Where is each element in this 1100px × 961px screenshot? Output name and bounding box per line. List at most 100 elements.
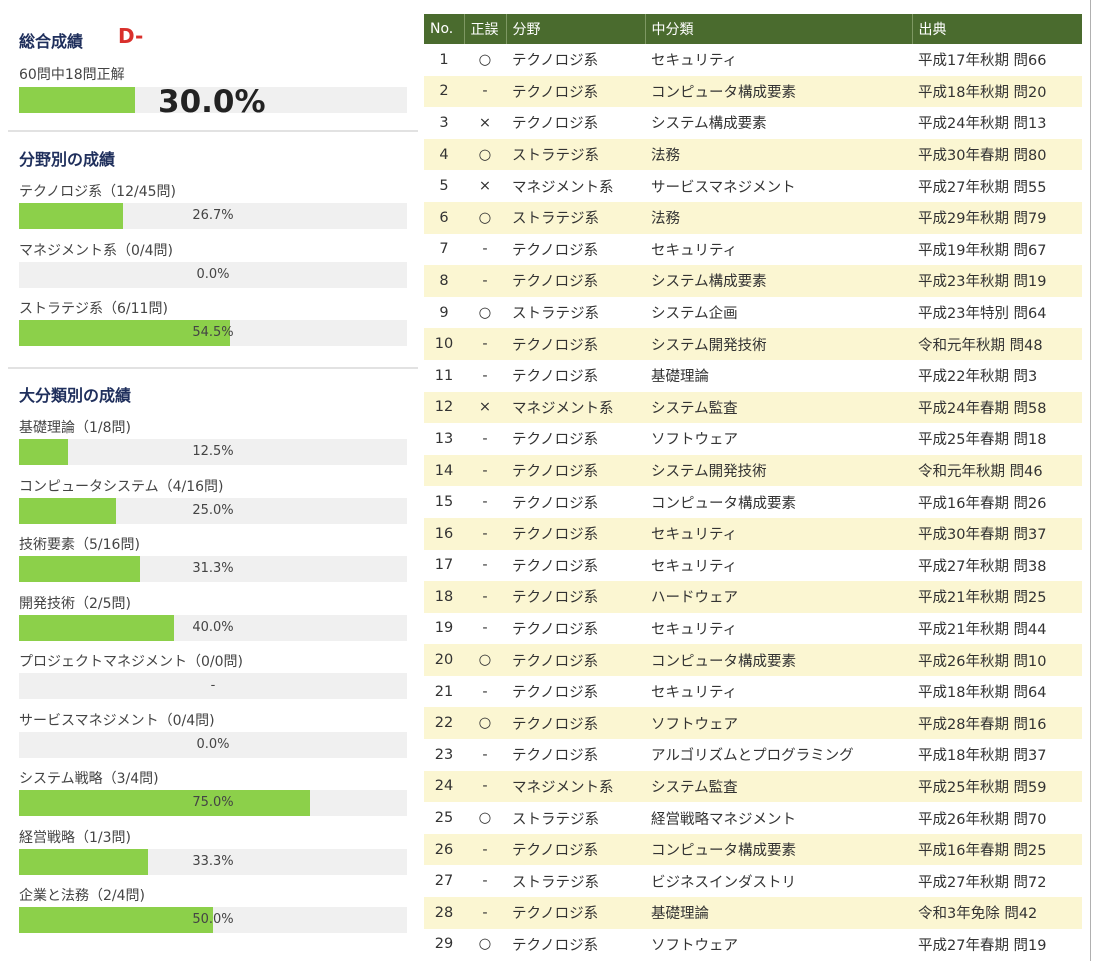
cell-field: テクノロジ系 xyxy=(506,44,645,76)
score-bar: 0.0% xyxy=(19,731,407,758)
cell-result: - xyxy=(464,581,506,613)
cell-field: テクノロジ系 xyxy=(506,644,645,676)
divider xyxy=(8,367,418,369)
table-row[interactable]: 6 ○ ストラテジ系 法務 平成29年秋期 問79 xyxy=(424,201,1082,234)
cell-source: 平成21年秋期 問44 xyxy=(912,612,1082,645)
table-row[interactable]: 9 ○ ストラテジ系 システム企画 平成23年特別 問64 xyxy=(424,296,1082,329)
table-row[interactable]: 29 ○ テクノロジ系 ソフトウェア 平成27年春期 問19 xyxy=(424,928,1082,961)
cell-source: 平成24年秋期 問13 xyxy=(912,107,1082,139)
table-row[interactable]: 18- テクノロジ系 ハードウェア 平成21年秋期 問25 xyxy=(424,581,1082,613)
grade-badge: D- xyxy=(118,24,144,48)
table-row[interactable]: 26- テクノロジ系 コンピュータ構成要素 平成16年春期 問25 xyxy=(424,833,1082,866)
cell-field: ストラテジ系 xyxy=(506,201,645,234)
cell-no: 7 xyxy=(424,233,464,266)
cell-source: 平成25年秋期 問59 xyxy=(912,770,1082,803)
score-bar: 25.0% xyxy=(19,497,407,524)
table-row[interactable]: 12 × マネジメント系 システム監査 平成24年春期 問58 xyxy=(424,391,1082,424)
table-row[interactable]: 4 ○ ストラテジ系 法務 平成30年春期 問80 xyxy=(424,138,1082,171)
cell-no: 24 xyxy=(424,770,464,803)
table-row[interactable]: 22 ○ テクノロジ系 ソフトウェア 平成28年春期 問16 xyxy=(424,707,1082,740)
cell-source: 平成25年春期 問18 xyxy=(912,423,1082,455)
score-label: 基礎理論（1/8問) xyxy=(19,420,131,436)
cell-source: 平成18年秋期 問64 xyxy=(912,675,1082,708)
cell-no: 9 xyxy=(424,296,464,329)
table-row[interactable]: 11- テクノロジ系 基礎理論 平成22年秋期 問3 xyxy=(424,359,1082,392)
cell-source: 平成16年春期 問25 xyxy=(912,833,1082,866)
table-row[interactable]: 2- テクノロジ系 コンピュータ構成要素 平成18年秋期 問20 xyxy=(424,75,1082,108)
table-row[interactable]: 13- テクノロジ系 ソフトウェア 平成25年春期 問18 xyxy=(424,423,1082,455)
table-row[interactable]: 24- マネジメント系 システム監査 平成25年秋期 問59 xyxy=(424,770,1082,803)
table-row[interactable]: 21- テクノロジ系 セキュリティ 平成18年秋期 問64 xyxy=(424,675,1082,708)
cell-no: 19 xyxy=(424,612,464,645)
cell-result: ○ xyxy=(464,644,506,676)
cell-no: 28 xyxy=(424,897,464,929)
table-row[interactable]: 17- テクノロジ系 セキュリティ 平成27年秋期 問38 xyxy=(424,549,1082,582)
cell-field: テクノロジ系 xyxy=(506,454,645,487)
score-label: 経営戦略（1/3問) xyxy=(19,829,131,846)
cell-field: テクノロジ系 xyxy=(506,517,645,550)
score-bar: 50.0% xyxy=(19,907,407,933)
scrollbar-edge xyxy=(1090,0,1091,961)
cell-result: ○ xyxy=(464,928,506,961)
cell-field: テクノロジ系 xyxy=(506,359,645,392)
table-row[interactable]: 27- ストラテジ系 ビジネスインダストリ 平成27年秋期 問72 xyxy=(424,865,1082,898)
score-bar: - xyxy=(19,673,407,699)
cell-no: 21 xyxy=(424,675,464,708)
cell-result: × xyxy=(464,391,506,424)
cell-no: 3 xyxy=(424,107,464,139)
score-label: プロジェクトマネジメント（0/0問) xyxy=(19,654,243,670)
score-bar: 12.5% xyxy=(19,439,407,465)
score-percent: 50.0% xyxy=(192,912,234,927)
score-percent: - xyxy=(210,678,216,693)
table-row[interactable]: 10- テクノロジ系 システム開発技術 令和元年秋期 問48 xyxy=(424,328,1082,360)
cell-field: ストラテジ系 xyxy=(506,865,645,898)
cell-field: テクノロジ系 xyxy=(506,833,645,866)
cell-no: 13 xyxy=(424,423,464,455)
cell-field: テクノロジ系 xyxy=(506,739,645,771)
score-percent: 0.0% xyxy=(196,736,230,752)
cell-subcategory: セキュリティ xyxy=(645,549,912,582)
table-row[interactable]: 16- テクノロジ系 セキュリティ 平成30年春期 問37 xyxy=(424,517,1082,550)
cell-no: 27 xyxy=(424,865,464,898)
score-label: コンピュータシステム（4/16問) xyxy=(19,478,224,495)
cell-no: 20 xyxy=(424,644,464,676)
score-percent: 0.0% xyxy=(196,266,230,282)
score-bar: 26.7% xyxy=(19,203,407,229)
cell-field: テクノロジ系 xyxy=(506,581,645,613)
cell-result: - xyxy=(464,897,506,929)
cell-source: 平成27年秋期 問38 xyxy=(912,549,1082,582)
score-percent: 54.5% xyxy=(192,325,234,340)
table-row[interactable]: 8- テクノロジ系 システム構成要素 平成23年秋期 問19 xyxy=(424,265,1082,297)
table-row[interactable]: 20 ○ テクノロジ系 コンピュータ構成要素 平成26年秋期 問10 xyxy=(424,644,1082,676)
question-table-container: No. 正誤 分野 中分類 出典 1 ○ テクノロジ系 セキュリティ 平成17年秋期 問… xyxy=(424,14,1082,961)
table-row[interactable]: 14- テクノロジ系 システム開発技術 令和元年秋期 問46 xyxy=(424,454,1082,487)
table-row[interactable]: 23- テクノロジ系 アルゴリズムとプログラミング 平成18年秋期 問37 xyxy=(424,739,1082,771)
table-row[interactable]: 5 × マネジメント系 サービスマネジメント 平成27年秋期 問55 xyxy=(424,170,1082,202)
score-label: システム戦略（3/4問) xyxy=(19,771,159,787)
cell-no: 11 xyxy=(424,359,464,392)
table-row[interactable]: 19- テクノロジ系 セキュリティ 平成21年秋期 問44 xyxy=(424,612,1082,645)
table-row[interactable]: 25 ○ ストラテジ系 経営戦略マネジメント 平成26年秋期 問70 xyxy=(424,802,1082,834)
table-row[interactable]: 1 ○ テクノロジ系 セキュリティ 平成17年秋期 問66 xyxy=(424,44,1082,76)
cell-subcategory: コンピュータ構成要素 xyxy=(645,833,912,866)
table-row[interactable]: 15- テクノロジ系 コンピュータ構成要素 平成16年春期 問26 xyxy=(424,486,1082,518)
score-label: サービスマネジメント（0/4問) xyxy=(19,712,215,729)
score-bar: 0.0% xyxy=(19,261,407,288)
cell-result: - xyxy=(464,423,506,455)
table-row[interactable]: 3 × テクノロジ系 システム構成要素 平成24年秋期 問13 xyxy=(424,107,1082,139)
cell-source: 平成27年秋期 問72 xyxy=(912,865,1082,898)
score-bar: 31.3% xyxy=(19,556,407,582)
col-header-result: 正誤 xyxy=(464,14,507,44)
category-section-title: 大分類別の成績 xyxy=(19,386,132,405)
cell-subcategory: コンピュータ構成要素 xyxy=(645,644,912,676)
table-row[interactable]: 7- テクノロジ系 セキュリティ 平成19年秋期 問67 xyxy=(424,233,1082,266)
cell-no: 15 xyxy=(424,486,464,518)
cell-result: - xyxy=(464,549,506,582)
cell-no: 2 xyxy=(424,75,464,108)
cell-result: - xyxy=(464,454,506,487)
cell-subcategory: ソフトウェア xyxy=(645,707,912,740)
cell-subcategory: システム監査 xyxy=(645,770,912,803)
table-row[interactable]: 28- テクノロジ系 基礎理論 令和3年免除 問42 xyxy=(424,897,1082,929)
question-table: No. 正誤 分野 中分類 出典 1 ○ テクノロジ系 セキュリティ 平成17年秋期 問… xyxy=(424,14,1082,961)
cell-field: テクノロジ系 xyxy=(506,707,645,740)
